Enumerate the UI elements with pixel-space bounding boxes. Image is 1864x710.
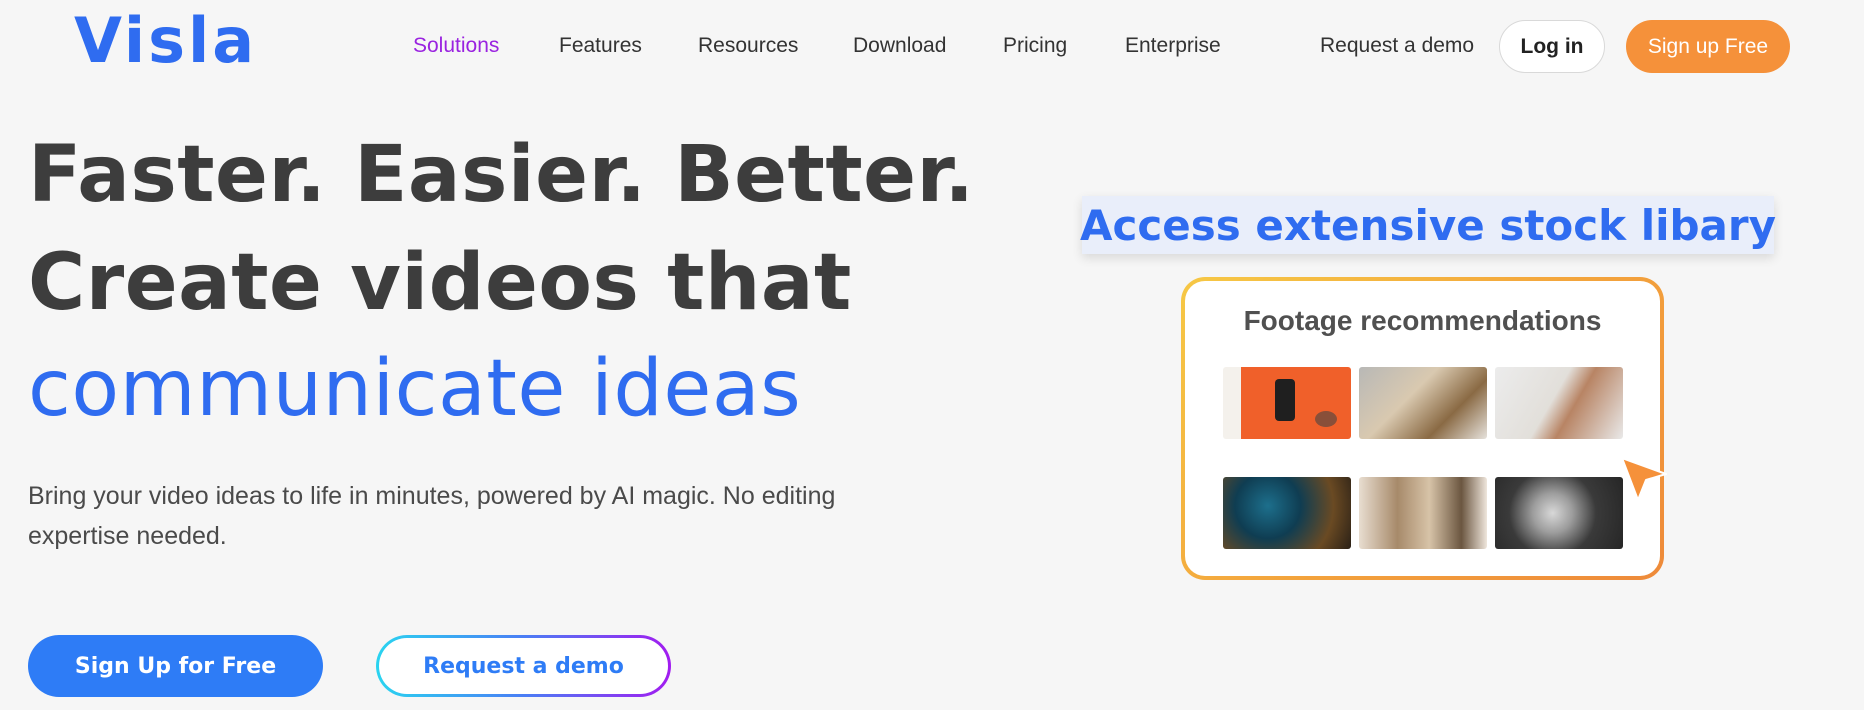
hero-headline-line2: Create videos that bbox=[28, 238, 852, 328]
signup-button[interactable]: Sign up Free bbox=[1626, 20, 1790, 73]
nav-item-pricing[interactable]: Pricing bbox=[1003, 34, 1067, 58]
nav-item-download[interactable]: Download bbox=[853, 34, 946, 58]
thumbnail-hand-on-keyboard bbox=[1495, 367, 1623, 439]
nav-item-resources[interactable]: Resources bbox=[698, 34, 798, 58]
login-button[interactable]: Log in bbox=[1499, 20, 1605, 73]
thumbnail-aerial-city-night bbox=[1223, 477, 1351, 549]
signup-free-button[interactable]: Sign Up for Free bbox=[28, 635, 323, 697]
nav-item-solutions[interactable]: Solutions bbox=[413, 34, 499, 58]
footage-card-body: Footage recommendations bbox=[1185, 281, 1660, 576]
request-demo-button-label: Request a demo bbox=[379, 638, 668, 694]
thumbnail-orange-desk-phone bbox=[1223, 367, 1351, 439]
phone-image bbox=[1275, 379, 1295, 421]
footage-recommendations-card: Footage recommendations bbox=[1181, 277, 1664, 580]
footage-card-title: Footage recommendations bbox=[1243, 305, 1602, 336]
thumbnail-marble-statue bbox=[1495, 477, 1623, 549]
visla-logo[interactable]: Visla bbox=[74, 10, 257, 72]
request-demo-button[interactable]: Request a demo bbox=[376, 635, 671, 697]
hero-subtitle: Bring your video ideas to life in minute… bbox=[28, 482, 836, 550]
stock-library-banner: Access extensive stock libary bbox=[1080, 196, 1776, 254]
pointer-arrow-icon bbox=[1621, 457, 1667, 501]
request-demo-link[interactable]: Request a demo bbox=[1320, 34, 1474, 58]
nav-item-features[interactable]: Features bbox=[559, 34, 642, 58]
thumbnail-workshop-crowd bbox=[1359, 477, 1487, 549]
thumbnail-office-team-meeting bbox=[1359, 367, 1487, 439]
hero-headline-line3: communicate ideas bbox=[28, 344, 802, 434]
object-image bbox=[1315, 411, 1337, 427]
nav-item-enterprise[interactable]: Enterprise bbox=[1125, 34, 1221, 58]
hero-headline-line1: Faster. Easier. Better. bbox=[28, 130, 975, 220]
